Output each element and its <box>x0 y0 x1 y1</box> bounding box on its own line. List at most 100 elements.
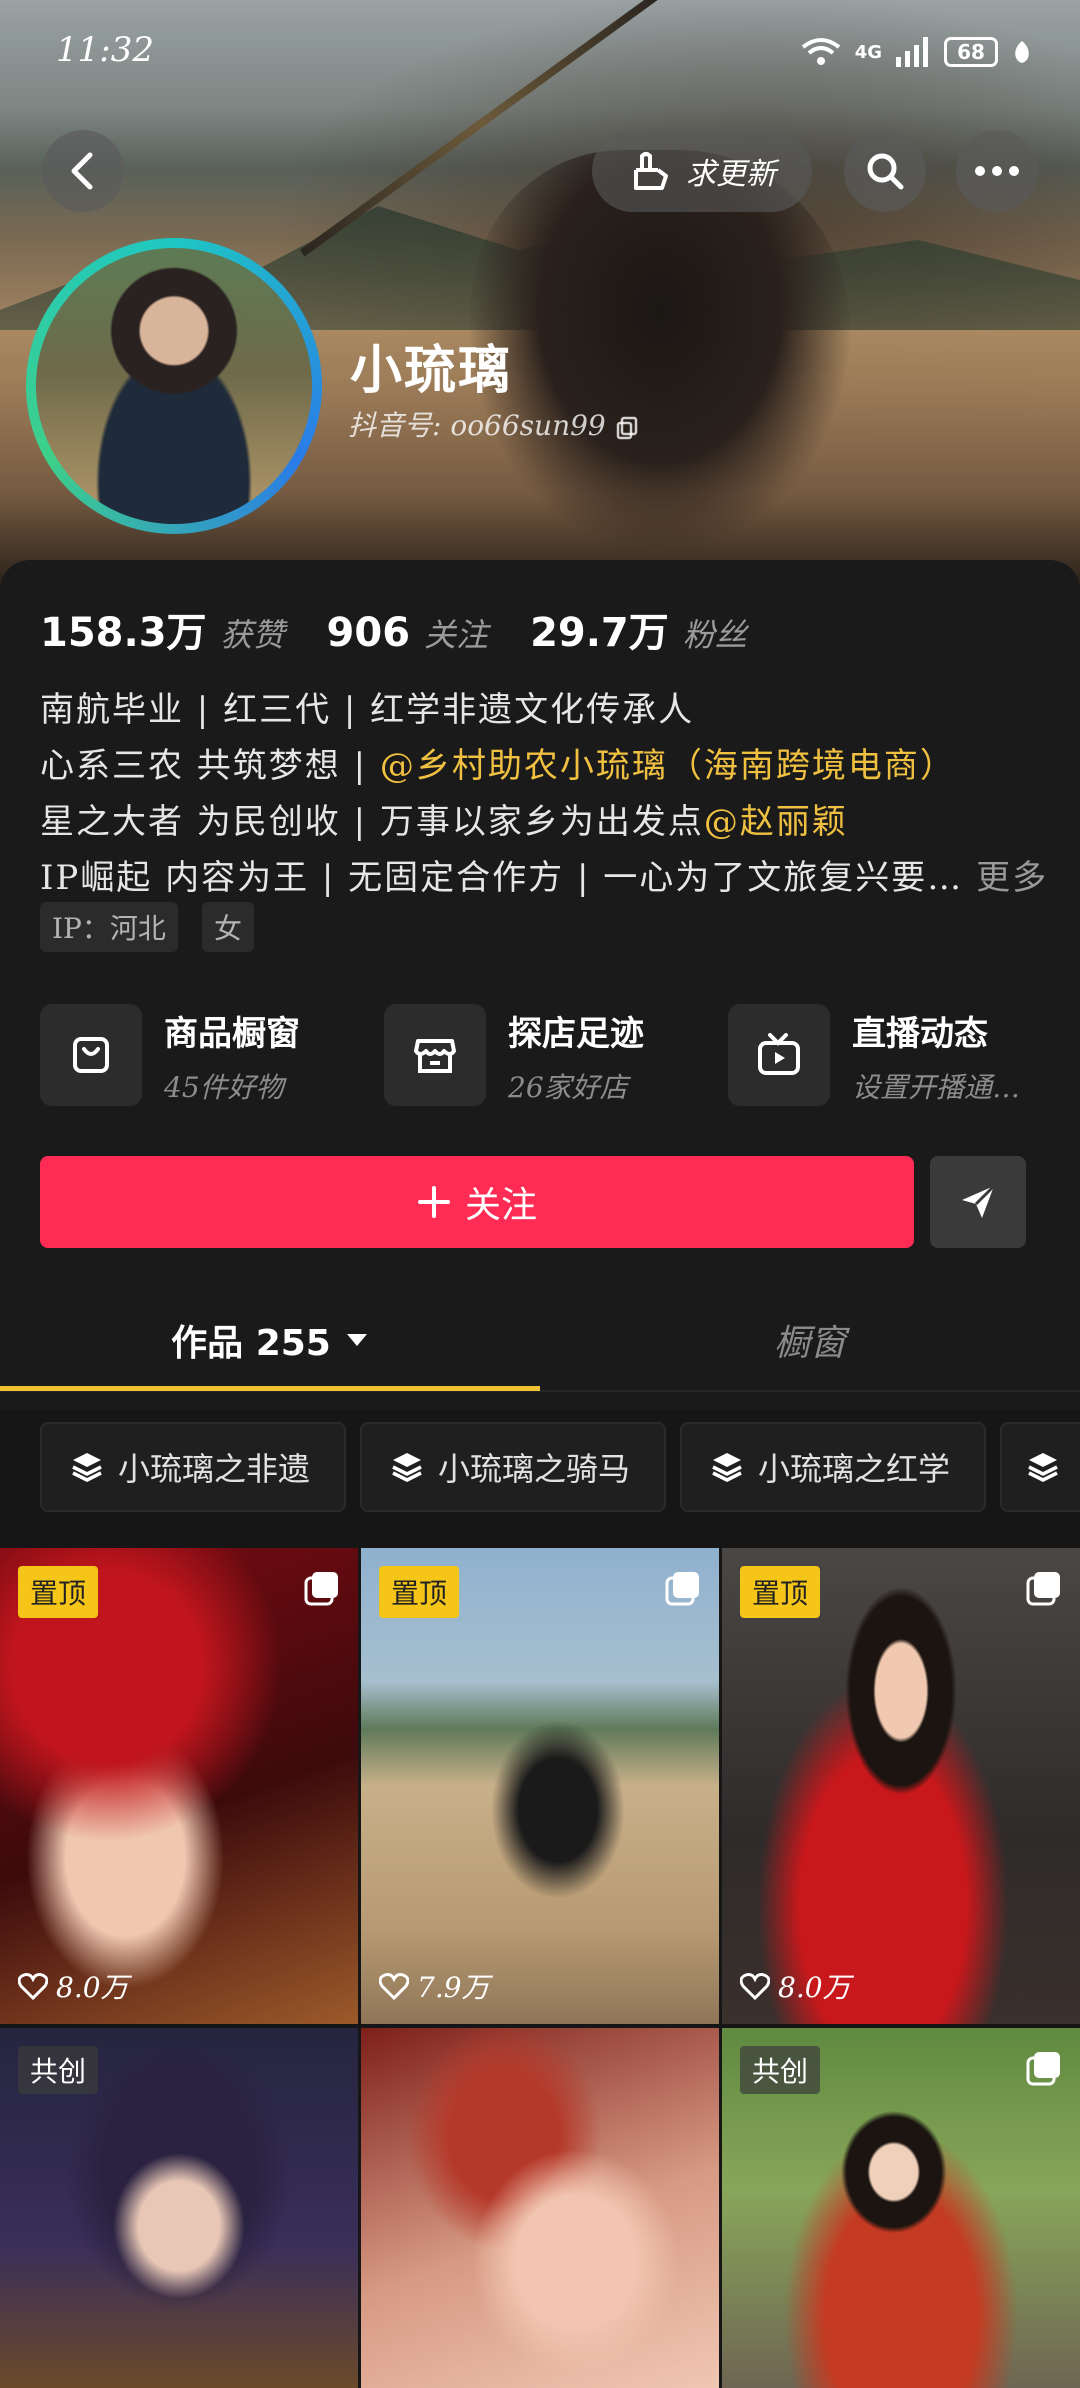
shopping-bag-icon <box>73 1037 109 1073</box>
search-icon <box>867 153 904 190</box>
store-icon <box>414 1039 456 1073</box>
status-time: 11:32 <box>56 30 154 70</box>
post-thumbnail[interactable]: 共创 <box>722 2028 1080 2388</box>
leaf-icon <box>1015 41 1029 63</box>
bio-mention-link[interactable]: @乡村助农小琉璃（海南跨境电商） <box>380 746 956 786</box>
shortcut-icon-box <box>40 1004 142 1106</box>
stats-row: 158.3万 获赞 906 关注 29.7万 粉丝 <box>40 600 775 658</box>
collection-chip[interactable] <box>1000 1422 1080 1512</box>
pinned-badge: 置顶 <box>18 1566 99 1618</box>
post-thumbnail[interactable]: 置顶 7.9万 <box>361 1548 719 2024</box>
battery-icon: 68 <box>944 37 998 67</box>
collection-chip[interactable]: 小琉璃之红学 <box>680 1422 986 1512</box>
shortcut-icon-box <box>728 1004 830 1106</box>
avatar-ring[interactable] <box>26 238 322 534</box>
heart-icon <box>18 1973 48 2000</box>
like-count-text: 7.9万 <box>417 1971 490 2004</box>
fans-label[interactable]: 粉丝 <box>683 610 747 656</box>
post-thumbnail[interactable]: 共创 <box>0 2028 358 2388</box>
shortcut-subtitle: 设置开播通… <box>852 1071 1021 1104</box>
pinned-badge: 置顶 <box>379 1566 460 1618</box>
follow-button[interactable]: 关注 <box>40 1156 914 1248</box>
bio-line-3-text: 星之大者 为民创收 | 万事以家乡为出发点 <box>40 802 704 842</box>
shortcut-title: 直播动态 <box>852 1014 988 1054</box>
shortcut-subtitle: 45件好物 <box>164 1071 284 1104</box>
douyin-id-text: 抖音号: oo66sun99 <box>348 409 606 442</box>
post-thumbnail[interactable] <box>361 2028 719 2388</box>
co-create-badge: 共创 <box>18 2046 99 2094</box>
shortcut-shop-window[interactable]: 商品橱窗 45件好物 <box>40 1000 370 1110</box>
bio-line-2: 心系三农 共筑梦想 | @乡村助农小琉璃（海南跨境电商） <box>40 738 956 787</box>
multi-image-icon <box>1026 1572 1060 1606</box>
layers-icon <box>392 1453 422 1482</box>
co-create-badge: 共创 <box>740 2046 821 2094</box>
post-thumbnail[interactable]: 置顶 8.0万 <box>722 1548 1080 2024</box>
shortcut-live-updates[interactable]: 直播动态 设置开播通… <box>728 1000 1058 1110</box>
ip-location-tag: IP：河北 <box>40 902 178 952</box>
caret-down-icon <box>346 1334 367 1346</box>
bio-line-3: 星之大者 为民创收 | 万事以家乡为出发点@赵丽颖 <box>40 794 848 843</box>
shortcut-subtitle: 26家好店 <box>508 1071 628 1104</box>
gender-tag: 女 <box>202 902 255 952</box>
shortcut-store-visits[interactable]: 探店足迹 26家好店 <box>384 1000 714 1110</box>
tab-shop-window[interactable]: 橱窗 <box>540 1290 1080 1390</box>
tab-works[interactable]: 作品 255 <box>0 1290 540 1390</box>
message-button[interactable] <box>930 1156 1026 1248</box>
likes-count: 158.3万 <box>40 610 207 656</box>
following-label[interactable]: 关注 <box>424 610 488 656</box>
request-update-label: 求更新 <box>686 157 776 192</box>
like-count-text: 8.0万 <box>778 1971 851 2004</box>
shortcut-title: 商品橱窗 <box>164 1014 300 1054</box>
back-icon <box>71 152 93 190</box>
layers-icon <box>712 1453 742 1482</box>
follow-label: 关注 <box>464 1185 537 1226</box>
bio-line-1: 南航毕业 | 红三代 | 红学非遗文化传承人 <box>40 690 695 730</box>
bio-mention-link[interactable]: @赵丽颖 <box>704 802 848 842</box>
plus-icon <box>417 1186 450 1218</box>
send-icon <box>962 1184 996 1218</box>
profile-name: 小琉璃 <box>350 341 513 401</box>
heart-icon <box>740 1973 770 2000</box>
bio-line-4: IP崛起 内容为王 | 无固定合作方 | 一心为了文旅复兴要… 更多 <box>40 850 1048 899</box>
request-update-button[interactable]: 求更新 <box>592 130 812 212</box>
layers-icon <box>1028 1453 1058 1482</box>
following-count[interactable]: 906 <box>327 610 411 656</box>
layers-icon <box>72 1453 102 1482</box>
status-icons: 4G 68 <box>801 30 1032 74</box>
like-count: 8.0万 <box>18 1966 129 2006</box>
bio-line-2-text: 心系三农 共筑梦想 | <box>40 746 380 786</box>
avatar <box>36 248 312 524</box>
pointing-hand-icon <box>634 152 668 190</box>
tv-icon <box>758 1033 800 1075</box>
like-count: 8.0万 <box>740 1966 851 2006</box>
collection-chip[interactable]: 小琉璃之骑马 <box>360 1422 666 1512</box>
tab-active-indicator <box>0 1386 540 1391</box>
douyin-id[interactable]: 抖音号: oo66sun99 <box>348 404 639 444</box>
bio-more-link[interactable]: 更多 <box>976 858 1048 898</box>
copy-icon <box>616 416 637 439</box>
collection-label: 小琉璃之骑马 <box>438 1450 631 1488</box>
like-count-text: 8.0万 <box>56 1971 129 2004</box>
fans-count[interactable]: 29.7万 <box>530 600 669 658</box>
search-button[interactable] <box>844 130 926 212</box>
more-options-button[interactable] <box>956 130 1038 212</box>
collection-label: 小琉璃之红学 <box>758 1450 951 1488</box>
profile-tabs: 作品 255 橱窗 <box>0 1290 1080 1390</box>
network-type: 4G <box>854 41 882 63</box>
bio-line-4-text: IP崛起 内容为王 | 无固定合作方 | 一心为了文旅复兴要… <box>40 858 964 898</box>
like-count: 7.9万 <box>379 1966 490 2006</box>
back-button[interactable] <box>42 130 124 212</box>
shortcut-icon-box <box>384 1004 486 1106</box>
likes-label: 获赞 <box>220 616 285 654</box>
signal-icon <box>896 37 928 67</box>
multi-image-icon <box>304 1572 338 1606</box>
pinned-badge: 置顶 <box>740 1566 821 1618</box>
wifi-icon <box>801 38 840 65</box>
tab-works-label: 作品 255 <box>171 1323 331 1364</box>
multi-image-icon <box>665 1572 699 1606</box>
heart-icon <box>379 1973 409 2000</box>
post-thumbnail[interactable]: 置顶 8.0万 <box>0 1548 358 2024</box>
collection-chip[interactable]: 小琉璃之非遗 <box>40 1422 346 1512</box>
shortcut-title: 探店足迹 <box>508 1014 644 1054</box>
multi-image-icon <box>1026 2052 1060 2086</box>
